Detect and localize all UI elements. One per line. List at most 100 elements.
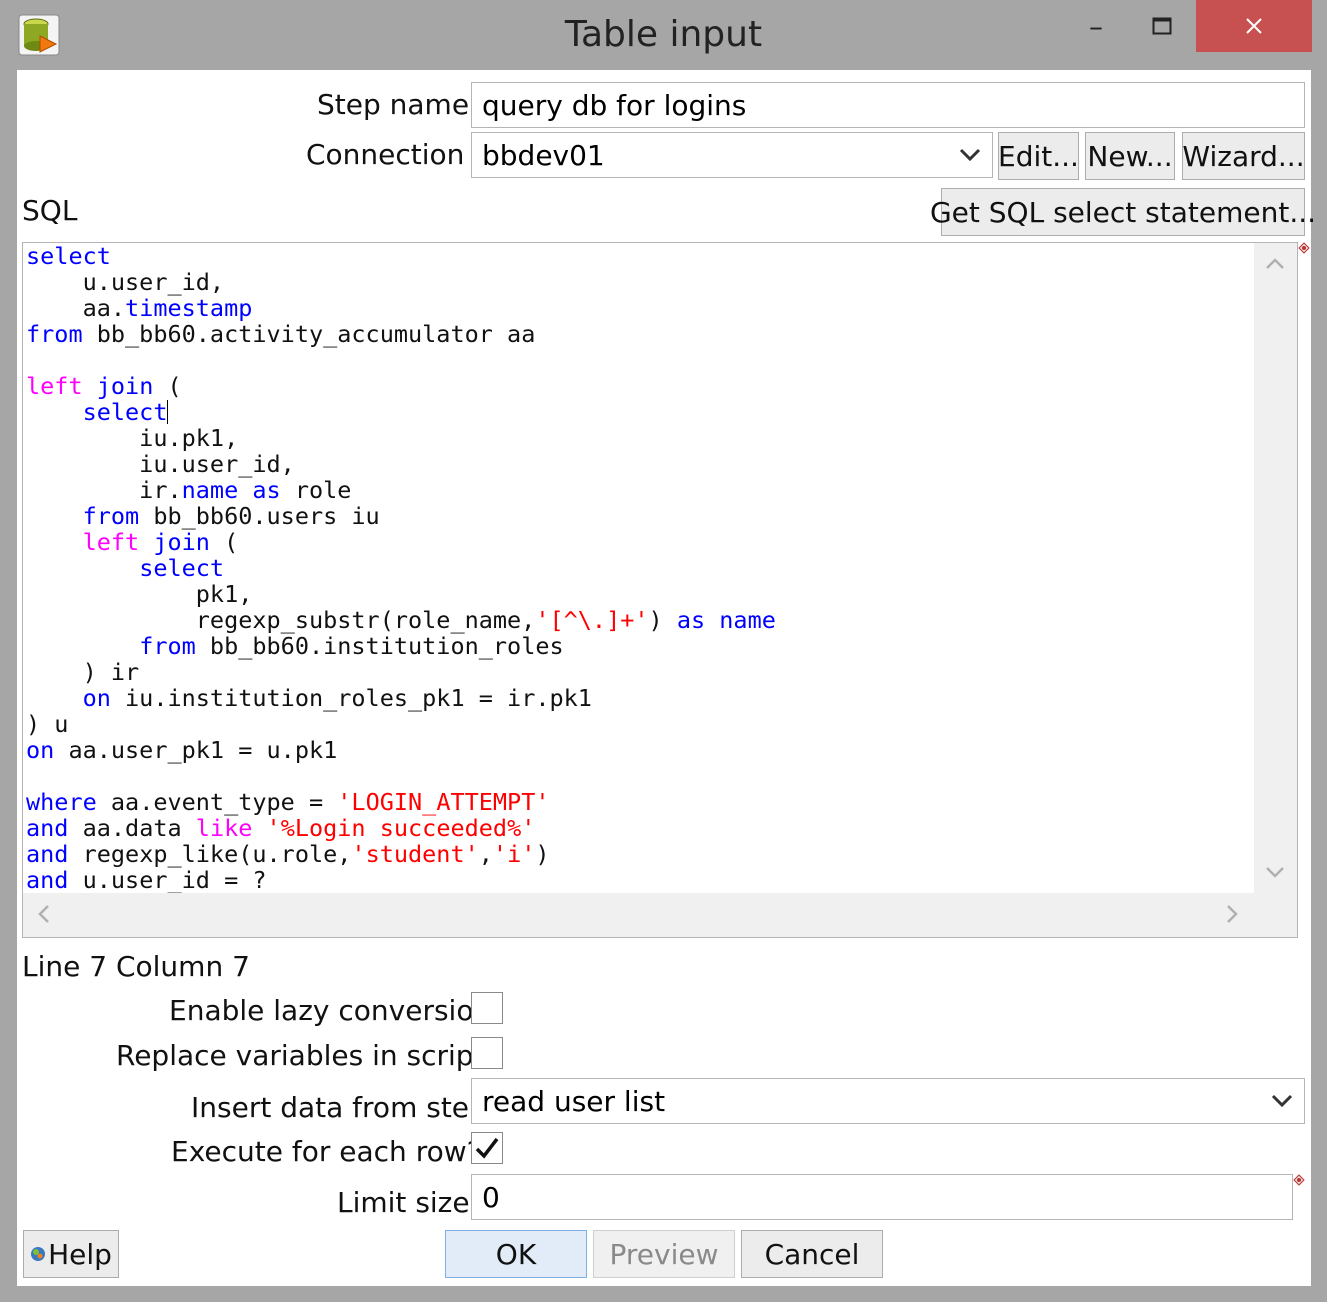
sql-line: aa.timestamp bbox=[26, 295, 1254, 321]
sql-keyword-token: timestamp bbox=[125, 294, 253, 322]
limit-size-input[interactable]: 0 bbox=[471, 1174, 1293, 1220]
execute-each-row-label: Execute for each row? bbox=[171, 1135, 482, 1168]
step-name-input[interactable]: query db for logins bbox=[471, 82, 1305, 128]
sql-text-token: bb_bb60.institution_roles bbox=[195, 632, 564, 660]
sql-line bbox=[26, 763, 1254, 789]
insert-data-value: read user list bbox=[482, 1084, 666, 1118]
sql-line: pk1, bbox=[26, 581, 1254, 607]
lazy-conversion-label: Enable lazy conversion bbox=[169, 994, 492, 1027]
sql-text-token: ir. bbox=[26, 476, 182, 504]
sql-text-token: ) bbox=[648, 606, 677, 634]
sql-text-token: role bbox=[280, 476, 352, 504]
sql-keyword-token: on bbox=[82, 684, 111, 712]
sql-line: left join ( bbox=[26, 529, 1254, 555]
sql-keyword-token: as bbox=[252, 476, 281, 504]
insert-data-select[interactable]: read user list bbox=[471, 1078, 1305, 1124]
sql-line: and u.user_id = ? bbox=[26, 867, 1254, 893]
sql-editor[interactable]: select u.user_id, aa.timestamp from bb_bb… bbox=[22, 242, 1298, 938]
sql-line: iu.user_id, bbox=[26, 451, 1254, 477]
sql-text-token: ) bbox=[535, 840, 550, 868]
sql-keyword-token: and bbox=[26, 866, 69, 893]
horizontal-scrollbar[interactable] bbox=[23, 893, 1297, 937]
sql-text-token: aa. bbox=[26, 294, 126, 322]
sql-keyword-token: on bbox=[26, 736, 55, 764]
sql-line: ) ir bbox=[26, 659, 1254, 685]
sql-text-token: bb_bb60.users iu bbox=[139, 502, 380, 530]
title-bar[interactable]: Table input – bbox=[0, 0, 1327, 70]
sql-string-token: 'student' bbox=[351, 840, 479, 868]
sql-text-token: , bbox=[478, 840, 493, 868]
sql-keyword-token: from bbox=[26, 320, 83, 348]
scroll-down-icon[interactable] bbox=[1264, 861, 1286, 883]
execute-each-row-checkbox[interactable] bbox=[471, 1132, 503, 1164]
sql-string-token: '%Login succeeded%' bbox=[266, 814, 536, 842]
help-label: Help bbox=[48, 1237, 112, 1271]
sql-text-token bbox=[252, 814, 266, 842]
sql-code-text[interactable]: select u.user_id, aa.timestamp from bb_bb… bbox=[26, 243, 1254, 893]
close-icon bbox=[1246, 18, 1262, 34]
sql-text-token: ) u bbox=[26, 710, 69, 738]
sql-line: select bbox=[26, 243, 1254, 269]
cursor-position-status: Line 7 Column 7 bbox=[22, 950, 250, 983]
scroll-right-icon[interactable] bbox=[1221, 903, 1243, 925]
sql-line: from bb_bb60.users iu bbox=[26, 503, 1254, 529]
insert-data-label: Insert data from step bbox=[191, 1091, 487, 1124]
vertical-scrollbar[interactable] bbox=[1254, 243, 1297, 893]
sql-keyword-token: like bbox=[195, 814, 253, 842]
sql-line: and aa.data like '%Login succeeded%' bbox=[26, 815, 1254, 841]
table-input-dialog: Table input – Step name query db for log… bbox=[0, 0, 1327, 1302]
chevron-down-icon[interactable] bbox=[958, 143, 982, 167]
edit-connection-button[interactable]: Edit... bbox=[998, 132, 1079, 180]
minimize-button[interactable]: – bbox=[1062, 0, 1130, 52]
dialog-body: Step name query db for logins Connection… bbox=[17, 70, 1316, 1286]
sql-line: u.user_id, bbox=[26, 269, 1254, 295]
connection-value: bbdev01 bbox=[482, 138, 605, 172]
sql-keyword-token: select bbox=[82, 398, 168, 426]
chevron-down-icon[interactable] bbox=[1270, 1089, 1294, 1113]
sql-line: ) u bbox=[26, 711, 1254, 737]
text-caret bbox=[167, 400, 169, 424]
lazy-conversion-checkbox[interactable] bbox=[471, 992, 503, 1024]
sql-text-token: bb_bb60.activity_accumulator aa bbox=[82, 320, 536, 348]
cancel-button[interactable]: Cancel bbox=[741, 1230, 883, 1278]
sql-keyword-token: select bbox=[26, 243, 111, 270]
maximize-icon bbox=[1152, 17, 1172, 35]
sql-keyword-token: select bbox=[139, 554, 225, 582]
replace-variables-label: Replace variables in script? bbox=[116, 1039, 500, 1072]
connection-select[interactable]: bbdev01 bbox=[471, 132, 993, 178]
help-button[interactable]: Help bbox=[23, 1230, 119, 1278]
sql-text-token: pk1, bbox=[26, 580, 253, 608]
sql-line bbox=[26, 347, 1254, 373]
sql-keyword-token: as bbox=[676, 606, 706, 634]
wizard-button[interactable]: Wizard... bbox=[1182, 132, 1305, 180]
scroll-left-icon[interactable] bbox=[33, 903, 55, 925]
help-icon bbox=[31, 1247, 46, 1261]
sql-text-token bbox=[26, 528, 83, 556]
sql-text-token: aa.user_pk1 = u.pk1 bbox=[54, 736, 338, 764]
get-sql-select-button[interactable]: Get SQL select statement... bbox=[930, 188, 1316, 236]
scroll-up-icon[interactable] bbox=[1264, 253, 1286, 275]
sql-string-token: '[^\.]+' bbox=[535, 606, 649, 634]
sql-line: on iu.institution_roles_pk1 = ir.pk1 bbox=[26, 685, 1254, 711]
ok-button[interactable]: OK bbox=[445, 1230, 587, 1278]
sql-text-token bbox=[26, 398, 83, 426]
sql-text-token bbox=[705, 606, 719, 634]
sql-line: left join ( bbox=[26, 373, 1254, 399]
preview-button[interactable]: Preview bbox=[593, 1230, 735, 1278]
sql-keyword-token: and bbox=[26, 814, 69, 842]
new-connection-button[interactable]: New... bbox=[1085, 132, 1175, 180]
sql-text-token: aa.event_type = bbox=[96, 788, 338, 816]
sql-keyword-token: left bbox=[82, 528, 140, 556]
sql-keyword-token: name bbox=[719, 606, 776, 634]
sql-text-token: iu.user_id, bbox=[26, 450, 295, 478]
replace-variables-checkbox[interactable] bbox=[471, 1037, 503, 1069]
sql-text-token: regexp_like(u.role, bbox=[68, 840, 352, 868]
close-button[interactable] bbox=[1196, 0, 1312, 52]
sql-text-token: ( bbox=[153, 372, 182, 400]
sql-line: on aa.user_pk1 = u.pk1 bbox=[26, 737, 1254, 763]
sql-string-token: 'LOGIN_ATTEMPT' bbox=[337, 788, 550, 816]
sql-text-token: iu.pk1, bbox=[26, 424, 239, 452]
maximize-button[interactable] bbox=[1128, 0, 1196, 52]
sql-keyword-token: name bbox=[181, 476, 239, 504]
sql-text-token: aa.data bbox=[68, 814, 196, 842]
